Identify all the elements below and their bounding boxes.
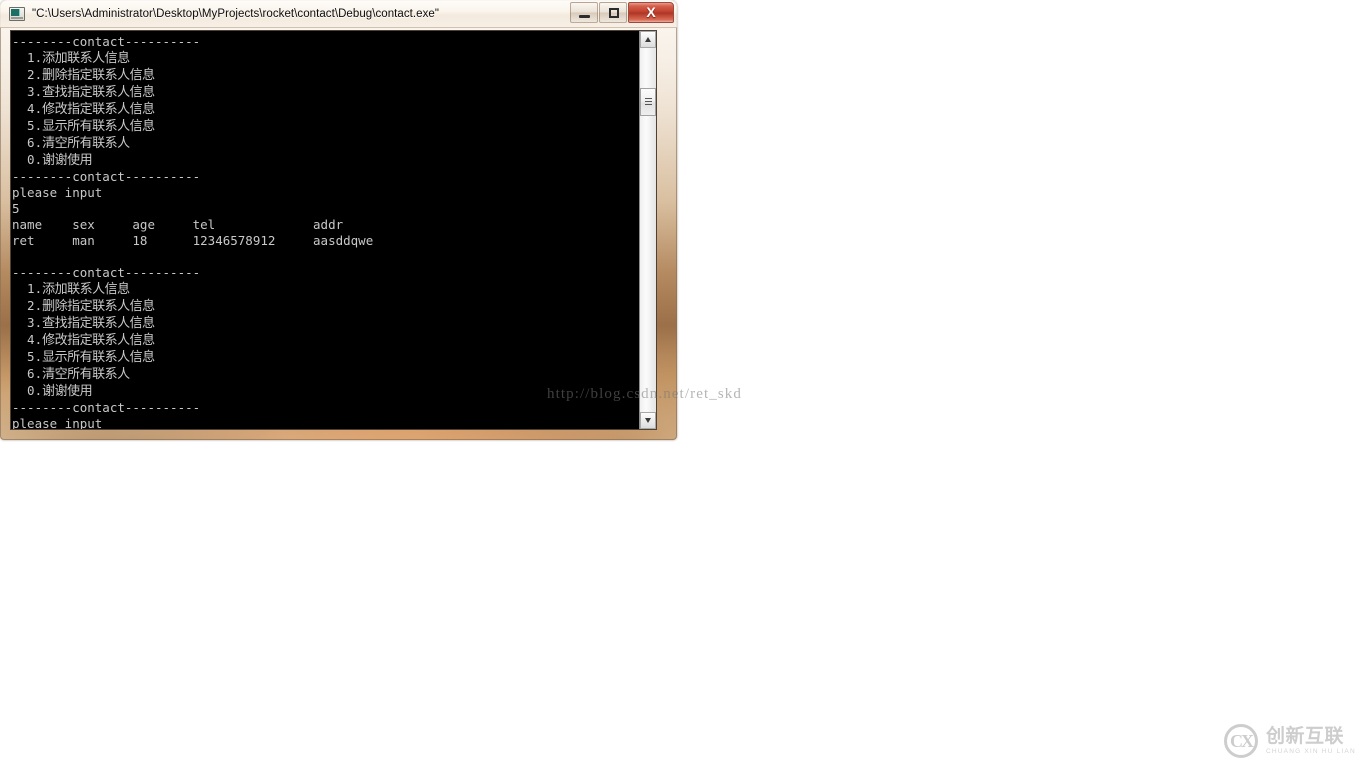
logo-text: 创新互联 CHUANG XIN HU LIAN [1266, 724, 1356, 756]
app-icon-screen [11, 9, 20, 16]
minimize-icon [579, 15, 590, 18]
app-icon-base [11, 17, 23, 19]
chevron-down-icon [645, 418, 651, 423]
chevron-up-icon [645, 37, 651, 42]
maximize-button[interactable] [599, 2, 627, 23]
close-button[interactable]: X [628, 2, 674, 23]
logo-name-en: CHUANG XIN HU LIAN [1266, 747, 1356, 755]
desktop: "C:\Users\Administrator\Desktop\MyProjec… [0, 0, 1360, 768]
close-icon: X [646, 4, 656, 20]
logo-name-cn: 创新互联 [1266, 724, 1345, 747]
console-text: --------contact---------- 1.添加联系人信息 2.删除… [12, 34, 374, 430]
maximize-icon [609, 8, 619, 18]
title-bar[interactable]: "C:\Users\Administrator\Desktop\MyProjec… [0, 0, 677, 28]
scrollbar-thumb[interactable] [640, 88, 656, 117]
minimize-button[interactable] [570, 2, 598, 23]
console-app-icon [9, 7, 25, 21]
window-title: "C:\Users\Administrator\Desktop\MyProjec… [32, 8, 439, 20]
console-output-area[interactable]: --------contact---------- 1.添加联系人信息 2.删除… [10, 30, 657, 430]
site-logo: CX 创新互联 CHUANG XIN HU LIAN [1218, 716, 1356, 766]
window-controls: X [569, 2, 674, 23]
scroll-up-button[interactable] [640, 31, 656, 48]
logo-monogram: CX [1230, 731, 1254, 751]
scrollbar-grip-icon [645, 98, 652, 106]
console-window[interactable]: "C:\Users\Administrator\Desktop\MyProjec… [0, 0, 677, 440]
console-scrollbar[interactable] [639, 31, 656, 429]
logo-circle-icon: CX [1224, 724, 1258, 758]
scroll-down-button[interactable] [640, 412, 656, 429]
